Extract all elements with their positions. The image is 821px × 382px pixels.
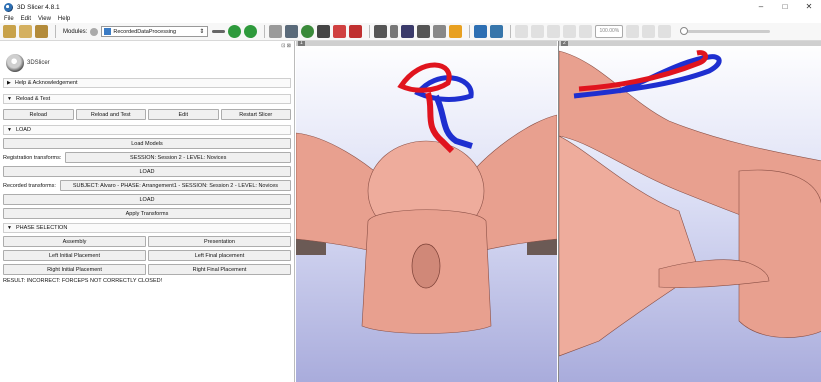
result-text: RESULT: INCORRECT: FORCEPS NOT CORRECTLY… [3,278,163,284]
module-icon [104,28,112,35]
record-icon[interactable] [642,25,656,38]
apply-transforms-button[interactable]: Apply Transforms [3,208,291,219]
fiducial-icon[interactable] [433,25,447,38]
module-selected: RecordedDataProcessing [113,28,177,35]
edit-button[interactable]: Edit [148,109,219,120]
section-load[interactable]: ▼ LOAD [3,125,291,135]
title-bar: 3D Slicer 4.8.1 – □ ✕ [0,0,821,14]
play-icon[interactable] [547,25,561,38]
sequence-icon[interactable] [658,25,672,38]
load-models-button[interactable]: Load Models [3,138,291,149]
slider-knob[interactable] [680,27,689,35]
slicer-app-icon [4,2,13,12]
module-panel: ⊡ ⊠ 3DSlicer ▶ Help & Acknowledgement ▼ Re… [0,41,295,382]
menu-file[interactable]: File [4,16,14,22]
reload-test-button[interactable]: Reload and Test [75,109,146,120]
maximize-button[interactable]: □ [773,0,797,14]
3d-view-2[interactable]: 2 [558,41,821,382]
screenshot-icon[interactable] [401,25,415,38]
minimize-button[interactable]: – [749,0,773,14]
menu-help[interactable]: Help [58,16,70,22]
collapse-arrow-icon: ▼ [7,225,12,231]
close-button[interactable]: ✕ [797,0,821,14]
collapse-arrow-icon: ▼ [7,127,12,133]
module-search-icon[interactable] [90,27,99,36]
window-title: 3D Slicer 4.8.1 [17,3,60,11]
section-load-label: LOAD [15,127,31,133]
sequence-slider[interactable] [680,27,771,35]
back-arrow-icon[interactable] [228,25,242,38]
main-toolbar: Modules: RecordedDataProcessing ⇕ 100.00… [0,23,821,41]
python-icon[interactable] [490,25,504,38]
volumes-icon[interactable] [285,25,299,38]
mouse-mode-icon[interactable] [390,25,399,38]
menu-view[interactable]: View [38,16,51,22]
section-help[interactable]: ▶ Help & Acknowledgement [3,78,291,88]
section-reload-label: Reload & Test [15,96,51,102]
load-recorded-button[interactable]: LOAD [3,194,291,205]
section-help-label: Help & Acknowledgement [14,80,78,86]
layout-icon[interactable] [374,25,388,38]
presentation-button[interactable]: Presentation [148,236,291,247]
modules-label: Modules: [63,28,88,35]
menu-edit[interactable]: Edit [21,16,31,22]
slicer-logo: 3DSlicer [0,50,294,76]
next-frame-icon[interactable] [563,25,577,38]
transforms-icon[interactable] [317,25,331,38]
module-selector[interactable]: RecordedDataProcessing ⇕ [101,26,209,37]
view2-scene [559,50,821,357]
markups-icon[interactable] [333,25,347,38]
chevron-down-icon: ⇕ [199,29,205,35]
editor-icon[interactable] [349,25,363,38]
view2-bar[interactable]: 2 [559,41,821,46]
restart-slicer-button[interactable]: Restart Slicer [220,109,291,120]
registration-combo[interactable]: SESSION: Session 2 - LEVEL: Novices [65,152,291,163]
collapse-arrow-icon: ▼ [7,96,12,102]
logo-text: 3DSlicer [27,60,50,66]
view2-label: 2 [561,41,568,46]
left-initial-button[interactable]: Left Initial Placement [3,250,146,261]
loop-icon[interactable] [626,25,640,38]
load-data-icon[interactable] [3,25,16,38]
prev-frame-icon[interactable] [531,25,545,38]
models-icon[interactable] [301,25,315,38]
extensions-icon[interactable] [474,25,488,38]
zoom-field[interactable]: 100.00% [595,25,624,38]
recorded-label: Recorded transforms: [3,182,56,189]
left-final-button[interactable]: Left Final placement [148,250,291,261]
last-frame-icon[interactable] [579,25,593,38]
reload-button[interactable]: Reload [3,109,74,120]
registration-label: Registration transforms: [3,154,62,161]
view1-label: 1 [298,41,305,46]
slicer-logo-icon [6,54,24,72]
load-dicom-icon[interactable] [19,25,32,38]
expand-arrow-icon: ▶ [7,80,11,86]
3d-view-1[interactable]: 1 [296,41,557,382]
module-history-icon[interactable] [212,30,226,33]
view1-scene [296,62,557,334]
section-phase-label: PHASE SELECTION [15,225,68,231]
save-icon[interactable] [35,25,48,38]
abdomen-side [738,169,821,338]
right-final-button[interactable]: Right Final Placement [148,264,291,275]
crosshair-icon[interactable] [417,25,431,38]
load-registration-button[interactable]: LOAD [3,166,291,177]
recorded-combo[interactable]: SUBJECT: Alvaro - PHASE: Arrangement1 - … [59,180,291,191]
section-reload[interactable]: ▼ Reload & Test [3,94,291,104]
data-module-icon[interactable] [269,25,283,38]
view1-bar[interactable]: 1 [296,41,557,46]
vulva-model [411,243,441,289]
assembly-button[interactable]: Assembly [3,236,146,247]
right-initial-button[interactable]: Right Initial Placement [3,264,146,275]
place-icon[interactable] [449,25,463,38]
forward-arrow-icon[interactable] [244,25,258,38]
menu-bar: File Edit View Help [0,14,821,23]
dock-controls[interactable]: ⊡ ⊠ [0,41,294,50]
section-phase[interactable]: ▼ PHASE SELECTION [3,223,291,233]
first-frame-icon[interactable] [515,25,529,38]
